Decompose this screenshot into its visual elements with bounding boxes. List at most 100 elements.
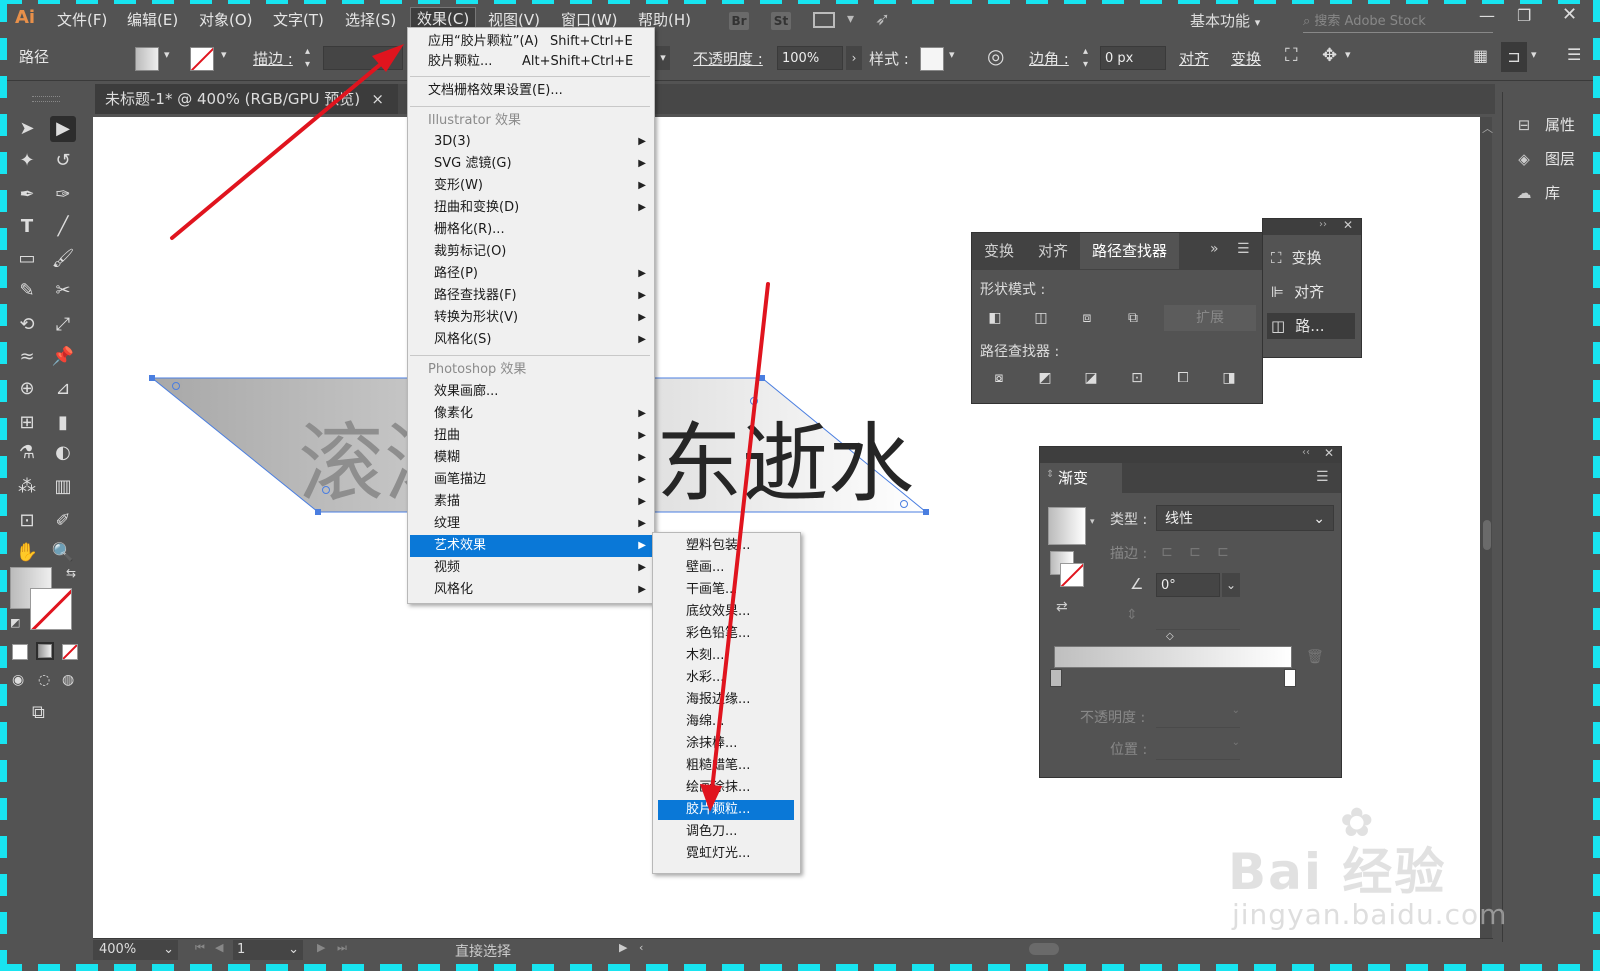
- chevron-down-icon[interactable]: ▾: [1090, 517, 1095, 527]
- submenu-fresco[interactable]: 壁画...: [686, 557, 724, 579]
- menu-rasterize[interactable]: 栅格化(R)...: [434, 219, 505, 241]
- anchor-point[interactable]: [759, 375, 765, 381]
- last-artboard-icon[interactable]: ⏭: [337, 941, 347, 955]
- panel-menu-icon[interactable]: ☰: [1237, 241, 1250, 257]
- properties-panel-button[interactable]: ⊟ 属性: [1513, 114, 1575, 135]
- divide-icon[interactable]: ⧇: [988, 367, 1010, 389]
- panel-menu-icon[interactable]: ☰: [1316, 469, 1329, 485]
- menu-blur[interactable]: 模糊: [434, 447, 460, 469]
- submenu-film-grain[interactable]: 胶片颗粒...: [686, 799, 750, 821]
- menu-stylize-photoshop[interactable]: 风格化: [434, 579, 473, 601]
- first-artboard-icon[interactable]: ⏮: [195, 941, 205, 955]
- submenu-colored-pencil[interactable]: 彩色铅笔...: [686, 623, 750, 645]
- tab-pathfinder[interactable]: 路径查找器: [1080, 233, 1180, 269]
- expand-button[interactable]: 扩展: [1164, 305, 1256, 331]
- menu-3d[interactable]: 3D(3): [434, 131, 471, 153]
- mini-align-button[interactable]: ⊫ 对齐: [1271, 281, 1324, 302]
- mini-pathfinder-button[interactable]: ◫ 路...: [1267, 313, 1355, 339]
- unite-icon[interactable]: ◧: [984, 307, 1006, 329]
- anchor-point[interactable]: [149, 375, 155, 381]
- menu-svg-filters[interactable]: SVG 滤镜(G): [434, 153, 512, 175]
- crop-icon[interactable]: ⊡: [1126, 367, 1148, 389]
- minus-front-icon[interactable]: ◫: [1030, 307, 1052, 329]
- submenu-arrow-icon: ▶: [638, 180, 646, 191]
- intersect-icon[interactable]: ⧈: [1076, 307, 1098, 329]
- position-label: 位置 :: [1110, 742, 1148, 758]
- opacity-input[interactable]: ⌄: [1156, 705, 1240, 728]
- menu-texture[interactable]: 纹理: [434, 513, 460, 535]
- minus-back-icon[interactable]: ◨: [1218, 367, 1240, 389]
- stroke-along-icon[interactable]: ⊏: [1184, 541, 1206, 563]
- tab-align[interactable]: 对齐: [1026, 233, 1080, 269]
- position-input[interactable]: ⌄: [1156, 737, 1240, 760]
- collapse-icon[interactable]: ‹‹: [1302, 447, 1310, 458]
- panel-toggle-icon[interactable]: ⇕: [1046, 469, 1054, 480]
- submenu-paint-daubs[interactable]: 绘画涂抹...: [686, 777, 750, 799]
- submenu-poster-edges[interactable]: 海报边缘...: [686, 689, 750, 711]
- menu-video[interactable]: 视频: [434, 557, 460, 579]
- menu-warp[interactable]: 变形(W): [434, 175, 483, 197]
- aspect-ratio-input[interactable]: [1156, 607, 1240, 630]
- mini-transform-button[interactable]: ⛶ 变换: [1271, 247, 1322, 268]
- submenu-dry-brush[interactable]: 干画笔...: [686, 579, 737, 601]
- menu-crop-marks[interactable]: 裁剪标记(O): [434, 241, 506, 263]
- submenu-sponge[interactable]: 海绵...: [686, 711, 724, 733]
- stroke-within-icon[interactable]: ⊏: [1156, 541, 1178, 563]
- menu-convert-to-shape[interactable]: 转换为形状(V): [434, 307, 518, 329]
- stroke-none-swatch[interactable]: [1060, 563, 1084, 587]
- reverse-gradient-icon[interactable]: ⇄: [1056, 599, 1068, 615]
- submenu-smudge-stick[interactable]: 涂抹棒...: [686, 733, 737, 755]
- merge-icon[interactable]: ◪: [1080, 367, 1102, 389]
- menu-distort-transform[interactable]: 扭曲和变换(D): [434, 197, 519, 219]
- trim-icon[interactable]: ◩: [1034, 367, 1056, 389]
- menu-brush-strokes[interactable]: 画笔描边: [434, 469, 486, 491]
- submenu-watercolor[interactable]: 水彩...: [686, 667, 724, 689]
- submenu-underpainting[interactable]: 底纹效果...: [686, 601, 750, 623]
- menu-effect-gallery[interactable]: 效果画廊...: [434, 381, 498, 403]
- close-icon[interactable]: ✕: [1324, 446, 1334, 460]
- menu-apply-last-effect[interactable]: 应用“胶片颗粒”(A): [428, 31, 539, 53]
- zoom-select[interactable]: 400% ⌄: [93, 940, 178, 960]
- menu-document-raster-settings[interactable]: 文档栅格效果设置(E)...: [428, 80, 563, 102]
- submenu-cutout[interactable]: 木刻...: [686, 645, 724, 667]
- status-menu-arrow[interactable]: ▶: [619, 941, 627, 954]
- outline-icon[interactable]: ⧠: [1172, 367, 1194, 389]
- menu-sketch[interactable]: 素描: [434, 491, 460, 513]
- gradient-stop-left[interactable]: [1050, 669, 1062, 687]
- next-artboard-icon[interactable]: ▶: [317, 941, 325, 954]
- menu-last-effect[interactable]: 胶片颗粒...: [428, 51, 492, 73]
- gradient-stop-right[interactable]: [1284, 669, 1296, 687]
- close-icon[interactable]: ✕: [1343, 218, 1353, 232]
- submenu-plastic-wrap[interactable]: 塑料包装...: [686, 535, 750, 557]
- gradient-slider[interactable]: [1054, 646, 1292, 668]
- layers-panel-button[interactable]: ◈ 图层: [1513, 148, 1575, 169]
- anchor-point[interactable]: [923, 509, 929, 515]
- prev-artboard-icon[interactable]: ◀: [215, 941, 223, 954]
- midpoint-diamond[interactable]: ◇: [1166, 631, 1174, 642]
- scroll-left-icon[interactable]: ‹: [639, 941, 643, 954]
- menu-distort[interactable]: 扭曲: [434, 425, 460, 447]
- angle-input[interactable]: 0°: [1156, 573, 1220, 597]
- menu-path[interactable]: 路径(P): [434, 263, 478, 285]
- stroke-across-icon[interactable]: ⊏: [1212, 541, 1234, 563]
- delete-stop-icon[interactable]: 🗑: [1306, 649, 1324, 665]
- menu-pixelate[interactable]: 像素化: [434, 403, 473, 425]
- submenu-rough-pastels[interactable]: 粗糙蜡笔...: [686, 755, 750, 777]
- exclude-icon[interactable]: ⧉: [1122, 307, 1144, 329]
- collapse-icon[interactable]: ››: [1319, 219, 1327, 230]
- submenu-palette-knife[interactable]: 调色刀...: [686, 821, 737, 843]
- libraries-panel-button[interactable]: ☁ 库: [1513, 182, 1561, 203]
- menu-pathfinder[interactable]: 路径查找器(F): [434, 285, 517, 307]
- canvas-text-right[interactable]: 东逝水: [656, 414, 914, 514]
- menu-artistic[interactable]: 艺术效果: [434, 535, 486, 557]
- gradient-type-select[interactable]: 线性 ⌄: [1156, 505, 1334, 531]
- submenu-neon-glow[interactable]: 霓虹灯光...: [686, 843, 750, 865]
- angle-dropdown[interactable]: ⌄: [1222, 573, 1240, 597]
- gradient-fill-swatch[interactable]: [1048, 507, 1086, 545]
- panel-expand-icon[interactable]: »: [1210, 241, 1219, 257]
- menu-stylize-illustrator[interactable]: 风格化(S): [434, 329, 491, 351]
- tab-transform[interactable]: 变换: [972, 233, 1026, 269]
- horizontal-scroll-thumb[interactable]: [1029, 943, 1059, 955]
- artboard-select[interactable]: 1 ⌄: [233, 940, 303, 960]
- panel-header: [1040, 447, 1341, 463]
